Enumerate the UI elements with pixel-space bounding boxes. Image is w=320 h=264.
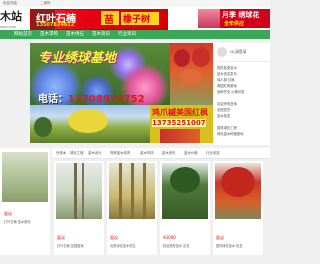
- site-logo[interactable]: 木站: [0, 8, 22, 24]
- ad-strip-yellow-tree[interactable]: [30, 105, 150, 143]
- welcome-text: 欢迎光临: [3, 1, 17, 5]
- sidebar-line[interactable]: 提供各类苗木: [217, 65, 237, 70]
- sidebar-line[interactable]: 苗木信息发布: [217, 71, 237, 76]
- site-logo-domain: oopi.com: [0, 25, 17, 29]
- category-item[interactable]: 绿化工程: [70, 148, 84, 158]
- login-link[interactable]: Hi,请登录: [230, 49, 247, 55]
- category-item[interactable]: 行业动态: [206, 148, 220, 158]
- hero-title: 专业绣球基地: [38, 51, 117, 66]
- product-price: 面议: [57, 235, 65, 240]
- main-nav: 网站首页 苗木求购 苗木供应 苗木资讯 行业资讯: [0, 30, 270, 39]
- hero-phone-row: 电话：13708972752: [38, 87, 145, 105]
- category-bar: 乔灌木 绿化工程 苗木设计 育种苗木培育 苗木市场 苗木资讯 苗木价格 行业动态: [52, 148, 270, 159]
- sidebar-line[interactable]: 园林绿化工程: [217, 125, 237, 130]
- category-item[interactable]: 苗木市场: [140, 148, 154, 158]
- product-card[interactable]: 面议 园林绿化苗木 批发: [213, 161, 263, 255]
- hero-phone-label: 电话：: [38, 94, 68, 105]
- left-product-image: [2, 152, 48, 202]
- product-price: 面议: [4, 211, 12, 216]
- header-banner-ad-1[interactable]: 红叶石楠 13507824612 苗 橡子树: [30, 9, 168, 30]
- hero-phone: 13708972752: [68, 94, 145, 105]
- side-ad-title: 鸡爪槭美国红枫: [152, 108, 208, 117]
- sidebar-line[interactable]: 绿化苗木种植基地: [217, 131, 243, 136]
- avatar[interactable]: [217, 47, 227, 57]
- banner-ad-1-tag-2: 橡子树: [123, 15, 151, 25]
- sidebar-line[interactable]: 鸡爪槭 红枫: [217, 77, 235, 82]
- nav-news[interactable]: 苗木资讯: [92, 30, 110, 39]
- product-desc: 红叶石楠 苗木基地: [4, 220, 31, 224]
- banner-ad-1-tag-1: 苗: [104, 15, 114, 26]
- sidebar-line[interactable]: 美国红枫基地: [217, 83, 237, 88]
- nav-buy[interactable]: 苗木求购: [40, 30, 58, 39]
- qrcode-link[interactable]: 二维码: [40, 0, 51, 7]
- nav-home[interactable]: 网站首页: [14, 30, 32, 39]
- category-item[interactable]: 苗木资讯: [162, 148, 176, 158]
- product-price: 面议: [216, 235, 224, 240]
- banner-ad-2-subtitle: 全年供应: [224, 21, 245, 27]
- hero-ad-hydrangea[interactable]: 专业绣球基地 电话：13708972752: [30, 43, 170, 105]
- product-image: [162, 163, 208, 219]
- product-price: 面议: [110, 235, 118, 240]
- header-banner-photo: [198, 9, 220, 28]
- nav-supply[interactable]: 苗木供应: [66, 30, 84, 39]
- side-ad-phone: 13735251007: [152, 119, 206, 127]
- product-card[interactable]: 面议 红叶石楠 苗圃直销: [54, 161, 104, 255]
- sidebar-line[interactable]: 欢迎来电咨询: [217, 101, 237, 106]
- category-item[interactable]: 乔灌木: [56, 148, 66, 158]
- category-item[interactable]: 苗木设计: [88, 148, 102, 158]
- nav-industry[interactable]: 行业资讯: [118, 30, 136, 39]
- product-desc: 优质绿化苗木供应: [110, 244, 136, 248]
- product-desc: 精品造型苗木 出售: [163, 244, 190, 248]
- sidebar-line[interactable]: 全国发货: [217, 107, 230, 112]
- product-desc: 园林绿化苗木 批发: [216, 244, 243, 248]
- category-item[interactable]: 苗木价格: [184, 148, 198, 158]
- product-image: [215, 163, 261, 219]
- sidebar-line[interactable]: 苗木批发: [217, 113, 230, 118]
- sidebar-panel: Hi,请登录 提供各类苗木 苗木信息发布 鸡爪槭 红枫 美国红枫基地 品种齐全 …: [214, 43, 303, 145]
- product-price: ¥3000: [163, 235, 176, 240]
- product-card[interactable]: 面议 优质绿化苗木供应: [107, 161, 157, 255]
- banner-ad-2-title: 月季 绣球花: [222, 11, 260, 19]
- product-image: [109, 163, 155, 219]
- product-desc: 红叶石楠 苗圃直销: [57, 244, 84, 248]
- side-ad-maple[interactable]: [170, 43, 213, 105]
- header-banner-ad-2[interactable]: 月季 绣球花 全年供应: [220, 9, 270, 28]
- left-product-card[interactable]: 面议 红叶石楠 苗木基地: [0, 148, 50, 255]
- category-item[interactable]: 育种苗木培育: [110, 148, 130, 158]
- sidebar-line[interactable]: 品种齐全 价格优惠: [217, 89, 244, 94]
- ad-strip-maple[interactable]: 鸡爪槭美国红枫 13735251007: [150, 105, 213, 143]
- product-image: [56, 163, 102, 219]
- product-card[interactable]: ¥3000 精品造型苗木 出售: [160, 161, 210, 255]
- banner-ad-1-phone: 13507824612: [36, 22, 75, 28]
